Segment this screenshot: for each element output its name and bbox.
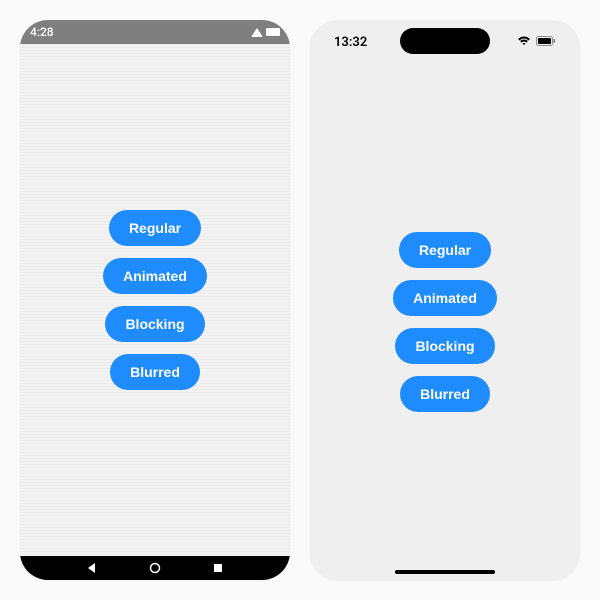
blocking-button[interactable]: Blocking [395,328,494,364]
battery-icon [266,28,280,36]
blurred-button[interactable]: Blurred [110,354,200,390]
ios-status-bar: 13:32 [310,20,580,64]
android-status-bar: 4:28 [20,20,290,44]
blocking-button[interactable]: Blocking [105,306,204,342]
blurred-button[interactable]: Blurred [400,376,490,412]
android-status-right [251,28,280,37]
android-device: 4:28 Regular Animated Blocking Blurred [20,20,290,580]
regular-button[interactable]: Regular [399,232,491,268]
regular-button[interactable]: Regular [109,210,201,246]
ios-status-right [517,35,556,50]
battery-icon [536,35,556,50]
ios-device: 13:32 Regular Animated Blocking Blurred [310,20,580,580]
android-nav-bar [20,556,290,580]
home-indicator[interactable] [395,570,495,574]
ios-time: 13:32 [334,35,367,50]
wifi-icon [251,28,263,37]
recent-icon[interactable] [212,559,224,578]
ios-content: Regular Animated Blocking Blurred [310,64,580,580]
animated-button[interactable]: Animated [393,280,497,316]
dynamic-island [400,28,490,54]
home-icon[interactable] [149,559,161,578]
wifi-icon [517,35,531,50]
android-time: 4:28 [30,25,54,39]
android-content: Regular Animated Blocking Blurred [20,44,290,556]
back-icon[interactable] [86,559,98,578]
animated-button[interactable]: Animated [103,258,207,294]
